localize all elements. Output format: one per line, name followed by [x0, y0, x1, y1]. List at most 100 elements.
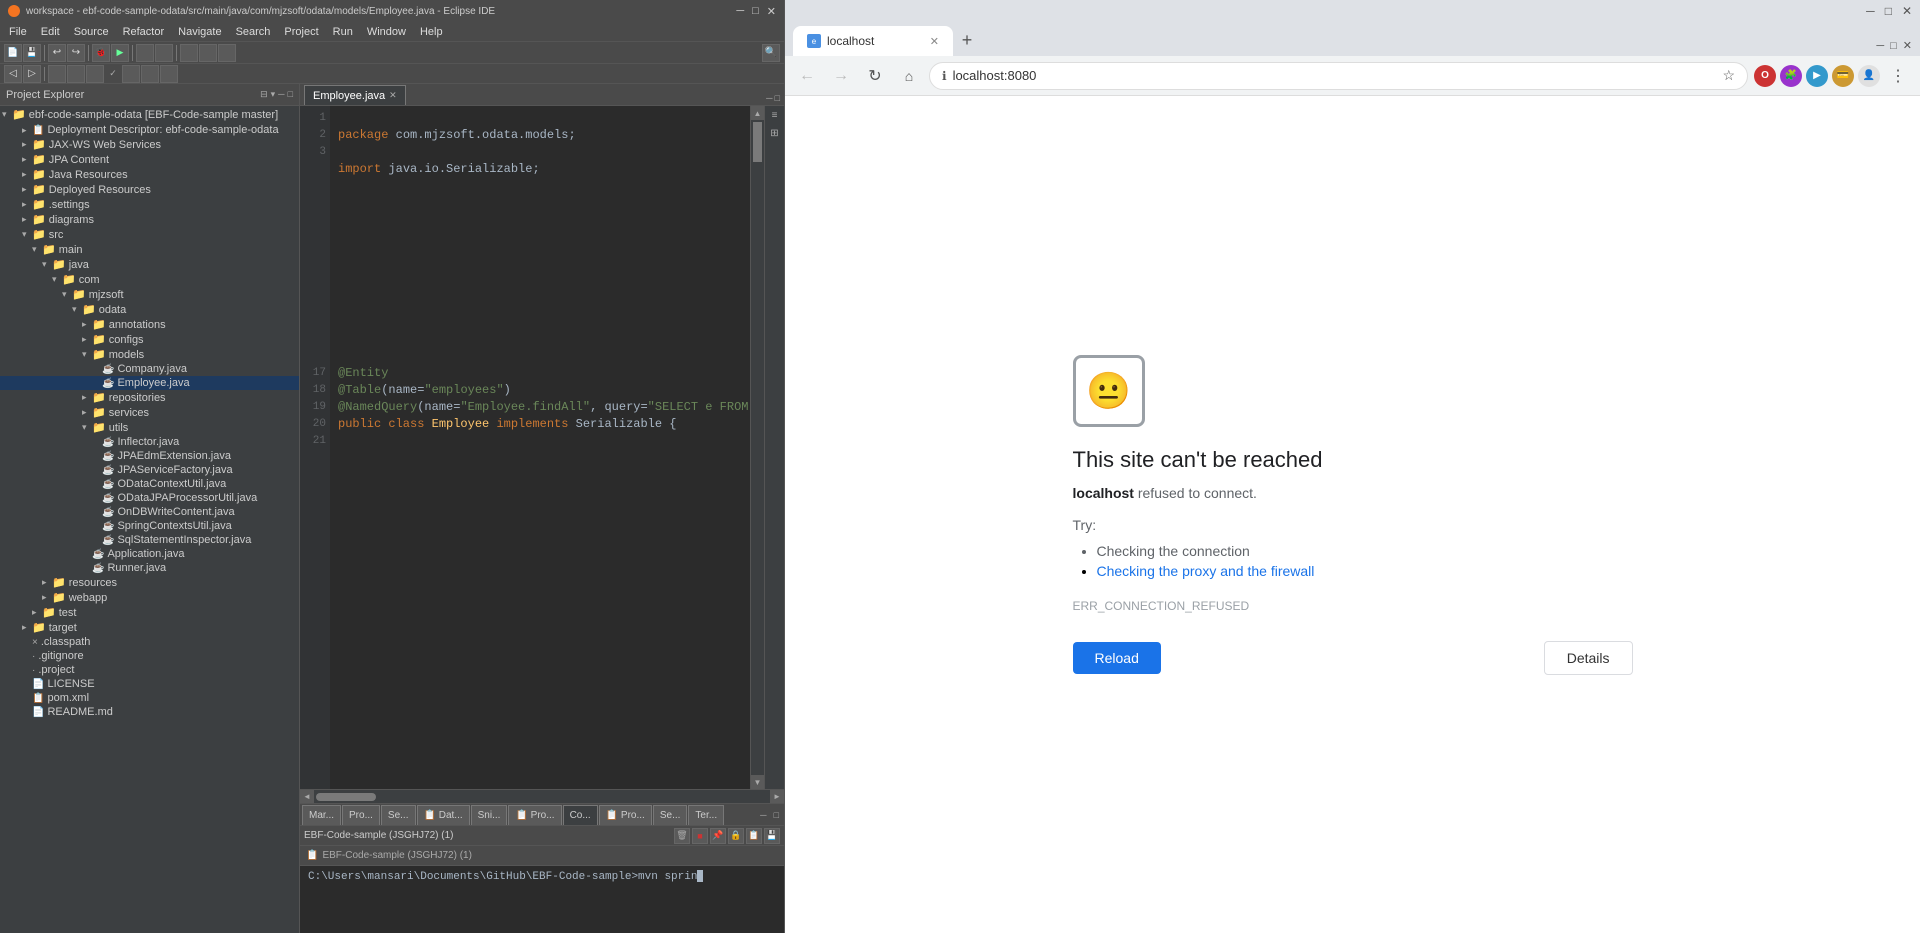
- toolbar2-extra-3[interactable]: [86, 65, 104, 83]
- pe-min-btn[interactable]: ─: [278, 89, 284, 100]
- tree-item-main[interactable]: ▾ 📁 main: [0, 242, 299, 257]
- tree-item-utils[interactable]: ▾ 📁 utils: [0, 420, 299, 435]
- tree-item-inflector[interactable]: ☕ Inflector.java: [0, 435, 299, 449]
- menu-file[interactable]: File: [2, 24, 34, 40]
- pe-menu-btn[interactable]: ▾: [271, 89, 276, 100]
- console-min-btn[interactable]: ─: [757, 810, 769, 820]
- eclipse-window-controls[interactable]: ─ □ ✕: [736, 5, 776, 18]
- tree-item-employee[interactable]: ☕ Employee.java: [0, 376, 299, 390]
- tree-item-company[interactable]: ☕ Company.java: [0, 362, 299, 376]
- ext-piece-icon[interactable]: 🧩: [1780, 65, 1802, 87]
- toolbar-new-btn[interactable]: 📄: [4, 44, 22, 62]
- tree-item-annotations[interactable]: ▸ 📁 annotations: [0, 317, 299, 332]
- pe-max-btn[interactable]: □: [288, 89, 293, 100]
- editor-scrollbar[interactable]: ▲ ▼: [750, 106, 764, 789]
- toolbar-redo-btn[interactable]: ↪: [67, 44, 85, 62]
- toolbar2-extra-5[interactable]: [141, 65, 159, 83]
- tree-item-pom[interactable]: 📋 pom.xml: [0, 691, 299, 705]
- browser-minimize-btn[interactable]: ─: [1866, 4, 1875, 18]
- tree-item-settings[interactable]: ▸ 📁 .settings: [0, 197, 299, 212]
- tree-item-deployment[interactable]: ▸ 📋 Deployment Descriptor: ebf-code-samp…: [0, 123, 299, 137]
- tree-item-odatajpa[interactable]: ☕ ODataJPAProcessorUtil.java: [0, 491, 299, 505]
- console-clear-btn[interactable]: 🗑: [674, 828, 690, 844]
- eclipse-minimize-btn[interactable]: ─: [736, 5, 744, 18]
- menu-source[interactable]: Source: [67, 24, 116, 40]
- tab-progress[interactable]: 📋 Pro...: [508, 805, 561, 825]
- menu-edit[interactable]: Edit: [34, 24, 67, 40]
- toolbar-extra-1[interactable]: [136, 44, 154, 62]
- reload-button[interactable]: Reload: [1073, 642, 1161, 674]
- tree-item-diagrams[interactable]: ▸ 📁 diagrams: [0, 212, 299, 227]
- employee-tab-close[interactable]: ✕: [389, 90, 397, 101]
- menu-run[interactable]: Run: [326, 24, 360, 40]
- tree-item-resources[interactable]: ▸ 📁 resources: [0, 575, 299, 590]
- home-btn[interactable]: ⌂: [895, 62, 923, 90]
- console-pin-btn[interactable]: 📌: [710, 828, 726, 844]
- editor-panel-controls[interactable]: ─ □: [766, 93, 780, 105]
- toolbar-undo-btn[interactable]: ↩: [48, 44, 66, 62]
- browser-active-tab[interactable]: e localhost ✕: [793, 26, 953, 56]
- menu-window[interactable]: Window: [360, 24, 413, 40]
- tree-item-src[interactable]: ▾ 📁 src: [0, 227, 299, 242]
- forward-btn[interactable]: →: [827, 62, 855, 90]
- star-icon[interactable]: ☆: [1722, 67, 1735, 84]
- toolbar-search-btn[interactable]: 🔍: [762, 44, 780, 62]
- tree-item-configs[interactable]: ▸ 📁 configs: [0, 332, 299, 347]
- console-stop-btn[interactable]: ■: [692, 828, 708, 844]
- side-icon-1[interactable]: ≡: [765, 106, 784, 124]
- code-content[interactable]: package com.mjzsoft.odata.models; import…: [330, 106, 750, 789]
- tab-se[interactable]: Se...: [653, 805, 688, 825]
- address-bar[interactable]: ℹ localhost:8080 ☆: [929, 62, 1748, 90]
- toolbar-extra-5[interactable]: [218, 44, 236, 62]
- eclipse-maximize-btn[interactable]: □: [752, 5, 759, 18]
- ext-opera-icon[interactable]: O: [1754, 65, 1776, 87]
- tab-progress2[interactable]: 📋 Pro...: [599, 805, 652, 825]
- toolbar-extra-2[interactable]: [155, 44, 173, 62]
- ext-user-icon[interactable]: 👤: [1858, 65, 1880, 87]
- toolbar-run-btn[interactable]: ▶: [111, 44, 129, 62]
- tree-item-project-file[interactable]: · .project: [0, 663, 299, 677]
- proxy-link[interactable]: Checking the proxy and the firewall: [1097, 563, 1315, 579]
- tab-search[interactable]: Se...: [381, 805, 416, 825]
- tree-item-springctx[interactable]: ☕ SpringContextsUtil.java: [0, 519, 299, 533]
- toolbar-extra-3[interactable]: [180, 44, 198, 62]
- tree-item-services[interactable]: ▸ 📁 services: [0, 405, 299, 420]
- tree-item-runner[interactable]: ☕ Runner.java: [0, 561, 299, 575]
- console-content[interactable]: C:\Users\mansari\Documents\GitHub\EBF-Co…: [300, 866, 784, 933]
- browser-tab-close-btn[interactable]: ✕: [930, 35, 939, 48]
- browser-tab-restore[interactable]: □: [1890, 40, 1897, 52]
- toolbar2-extra-4[interactable]: [122, 65, 140, 83]
- toolbar-debug-btn[interactable]: 🐞: [92, 44, 110, 62]
- tree-item-classpath[interactable]: × .classpath: [0, 635, 299, 649]
- tree-item-odata[interactable]: ▾ 📁 odata: [0, 302, 299, 317]
- tree-item-jaxws[interactable]: ▸ 📁 JAX-WS Web Services: [0, 137, 299, 152]
- toolbar2-extra-2[interactable]: [67, 65, 85, 83]
- toolbar-extra-4[interactable]: [199, 44, 217, 62]
- tree-item-application[interactable]: ☕ Application.java: [0, 547, 299, 561]
- ext-wallet-icon[interactable]: 💳: [1832, 65, 1854, 87]
- back-btn[interactable]: ←: [793, 62, 821, 90]
- suggestion-proxy[interactable]: Checking the proxy and the firewall: [1097, 563, 1315, 579]
- browser-window-controls[interactable]: ─ □ ✕: [1866, 4, 1912, 18]
- tree-item-webapp[interactable]: ▸ 📁 webapp: [0, 590, 299, 605]
- toolbar2-back-btn[interactable]: ◁: [4, 65, 22, 83]
- ext-menu-icon[interactable]: ⋮: [1884, 62, 1912, 90]
- scroll-thumb[interactable]: [753, 122, 762, 162]
- tree-item-ondbwrite[interactable]: ☕ OnDBWriteContent.java: [0, 505, 299, 519]
- menu-refactor[interactable]: Refactor: [116, 24, 172, 40]
- tab-console[interactable]: Co...: [563, 805, 598, 825]
- tree-item-license[interactable]: 📄 LICENSE: [0, 677, 299, 691]
- side-icon-2[interactable]: ⊞: [765, 124, 784, 142]
- console-save-btn[interactable]: 💾: [764, 828, 780, 844]
- toolbar2-fwd-btn[interactable]: ▷: [23, 65, 41, 83]
- tab-snippets[interactable]: Sni...: [471, 805, 508, 825]
- editor-min-btn[interactable]: ─: [766, 93, 772, 103]
- tree-item-jpa[interactable]: ▸ 📁 JPA Content: [0, 152, 299, 167]
- tree-item-gitignore[interactable]: · .gitignore: [0, 649, 299, 663]
- console-copy-btn[interactable]: 📋: [746, 828, 762, 844]
- menu-navigate[interactable]: Navigate: [171, 24, 228, 40]
- pe-collapse-btn[interactable]: ⊟: [260, 89, 268, 100]
- eclipse-close-btn[interactable]: ✕: [767, 5, 776, 18]
- tree-item-deployed[interactable]: ▸ 📁 Deployed Resources: [0, 182, 299, 197]
- menu-project[interactable]: Project: [277, 24, 325, 40]
